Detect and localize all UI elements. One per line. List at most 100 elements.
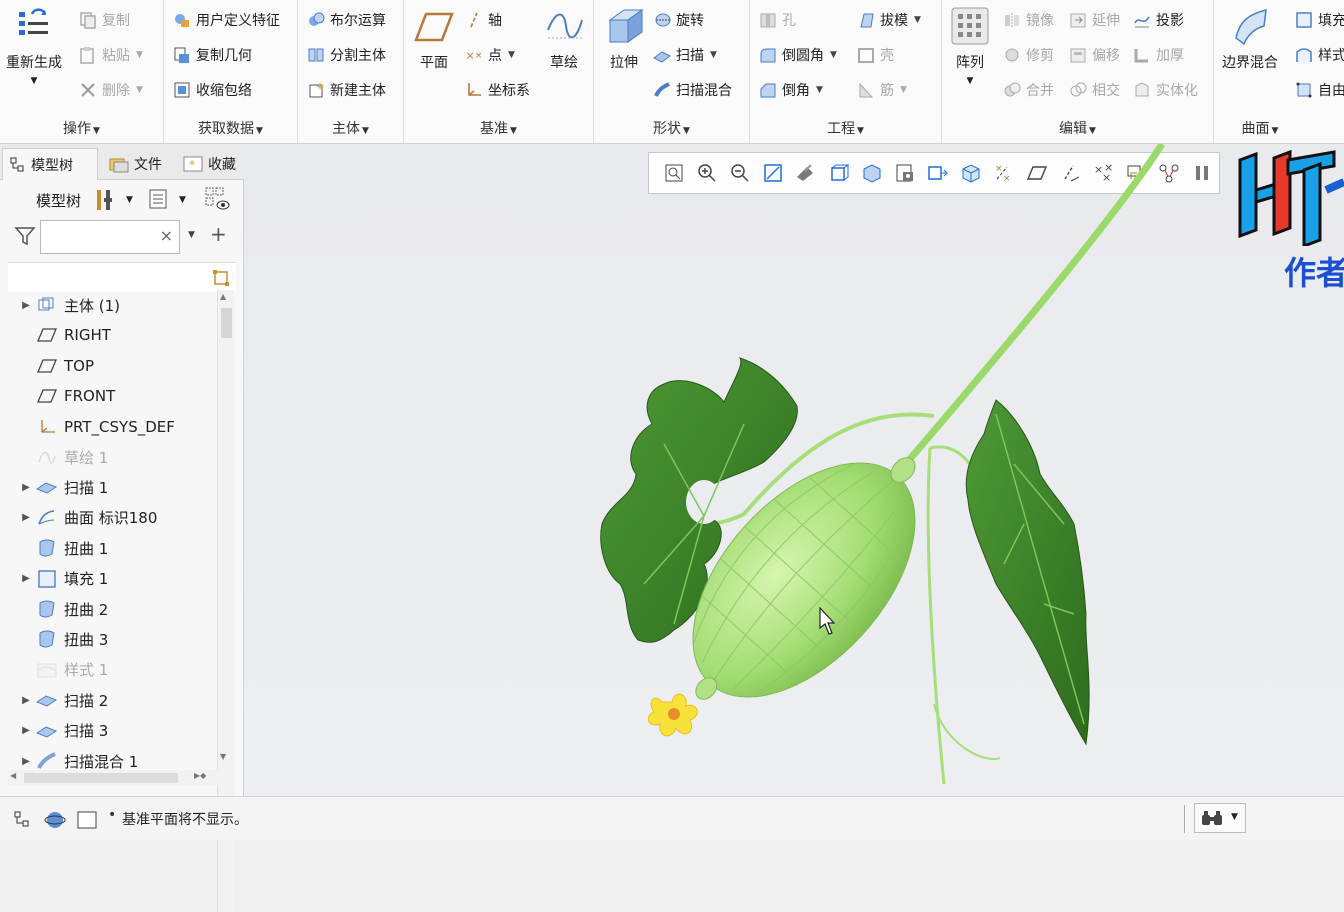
chevron-down-icon[interactable]: ▼ bbox=[1231, 812, 1238, 822]
trim-button[interactable]: 修剪 bbox=[1002, 43, 1054, 67]
plane-button[interactable]: 平面 bbox=[414, 6, 454, 72]
mirror-button[interactable]: 镜像 bbox=[1002, 8, 1054, 32]
find-button[interactable]: ▼ bbox=[1194, 803, 1246, 833]
split-body-button[interactable]: 分割主体 bbox=[306, 43, 386, 67]
tree-columns-icon[interactable] bbox=[212, 269, 230, 291]
scroll-thumb[interactable] bbox=[221, 308, 232, 338]
extrude-button[interactable]: 拉伸 bbox=[604, 6, 644, 72]
add-icon[interactable]: + bbox=[210, 222, 227, 246]
fill-button[interactable]: 填充 bbox=[1294, 8, 1344, 32]
expand-arrow-icon[interactable]: ▶ bbox=[18, 482, 34, 493]
chevron-down-icon[interactable]: ▼ bbox=[967, 76, 974, 86]
tree-item[interactable]: RIGHT bbox=[0, 320, 214, 350]
clear-icon[interactable]: × bbox=[160, 226, 173, 245]
solidify-button[interactable]: 实体化 bbox=[1132, 78, 1198, 102]
expand-arrow-icon[interactable]: ▶ bbox=[18, 756, 34, 767]
boundary-blend-button[interactable]: 边界混合 bbox=[1222, 6, 1278, 72]
tree-item[interactable]: ▶ 曲面 标识180 bbox=[0, 503, 214, 533]
tree-item[interactable]: PRT_CSYS_DEF bbox=[0, 412, 214, 442]
csys-button[interactable]: 坐标系 bbox=[464, 78, 530, 102]
expand-arrow-icon[interactable]: ▶ bbox=[18, 300, 34, 311]
copy-geometry-button[interactable]: 复制几何 bbox=[172, 43, 252, 67]
group-label-get-data[interactable]: 获取数据 ▼ bbox=[164, 118, 297, 138]
extend-button[interactable]: 延伸 bbox=[1068, 8, 1120, 32]
shrinkwrap-button[interactable]: 收缩包络 bbox=[172, 78, 252, 102]
intersect-button[interactable]: 相交 bbox=[1068, 78, 1120, 102]
tab-files[interactable]: 文件 bbox=[102, 148, 168, 180]
tree-item[interactable]: TOP bbox=[0, 351, 214, 381]
thicken-button[interactable]: 加厚 bbox=[1132, 43, 1184, 67]
settings-icon[interactable] bbox=[94, 188, 116, 216]
group-label-editing[interactable]: 编辑 ▼ bbox=[942, 118, 1213, 138]
toggle-navigator-icon[interactable] bbox=[12, 809, 34, 835]
tree-item[interactable]: 草绘 1 bbox=[0, 442, 214, 472]
paste-button[interactable]: 粘贴 ▼ bbox=[78, 43, 143, 67]
user-defined-feature-button[interactable]: 用户定义特征 bbox=[172, 8, 280, 32]
swept-blend-button[interactable]: 扫描混合 bbox=[652, 78, 732, 102]
expand-arrow-icon[interactable]: ▶ bbox=[18, 512, 34, 523]
scroll-up-icon[interactable]: ▲ bbox=[220, 292, 226, 301]
new-body-button[interactable]: 新建主体 bbox=[306, 78, 386, 102]
project-button[interactable]: 投影 bbox=[1132, 8, 1184, 32]
navigator-panel: 模型树 文件 * 收藏 模型树 ▼ ▼ × ▼ + ▶ 主体 (1) RIGHT TO… bbox=[0, 144, 244, 912]
group-label-shapes[interactable]: 形状 ▼ bbox=[594, 118, 749, 138]
tree-item[interactable]: 扭曲 2 bbox=[0, 594, 214, 624]
tree-filter-visibility-icon[interactable] bbox=[204, 186, 232, 216]
point-button[interactable]: × × 点 ▼ bbox=[464, 43, 515, 67]
delete-button[interactable]: 删除 ▼ bbox=[78, 78, 143, 102]
copy-button[interactable]: 复制 bbox=[78, 8, 130, 32]
group-label-datum[interactable]: 基准 ▼ bbox=[404, 118, 593, 138]
browser-icon[interactable] bbox=[44, 809, 66, 835]
pattern-button[interactable]: 阵列 ▼ bbox=[950, 6, 990, 86]
fullscreen-icon[interactable] bbox=[76, 809, 98, 835]
show-list-icon[interactable] bbox=[148, 188, 168, 214]
tree-horizontal-scrollbar[interactable]: ◀ ▶◆ bbox=[8, 770, 218, 786]
expand-arrow-icon[interactable]: ▶ bbox=[18, 695, 34, 706]
draft-button[interactable]: 拔模 ▼ bbox=[856, 8, 921, 32]
group-label-operations[interactable]: 操作 ▼ bbox=[0, 118, 163, 138]
expand-arrow-icon[interactable]: ▶ bbox=[18, 725, 34, 736]
group-label-body[interactable]: 主体 ▼ bbox=[298, 118, 403, 138]
tree-item[interactable]: FRONT bbox=[0, 381, 214, 411]
rib-button[interactable]: 筋 ▼ bbox=[856, 78, 907, 102]
chevron-down-icon[interactable]: ▼ bbox=[179, 195, 186, 205]
scroll-down-icon[interactable]: ▼ bbox=[220, 752, 226, 761]
merge-button[interactable]: 合并 bbox=[1002, 78, 1054, 102]
tree-item[interactable]: 扭曲 3 bbox=[0, 624, 214, 654]
revolve-button[interactable]: 旋转 bbox=[652, 8, 704, 32]
regenerate-button[interactable]: 重新生成 ▼ bbox=[6, 6, 62, 86]
expand-arrow-icon[interactable]: ▶ bbox=[18, 573, 34, 584]
copy-icon bbox=[78, 10, 98, 30]
tree-item[interactable]: ▶ 填充 1 bbox=[0, 564, 214, 594]
tree-item[interactable]: ▶ 扫描 2 bbox=[0, 685, 214, 715]
chevron-down-icon[interactable]: ▼ bbox=[31, 76, 38, 86]
tree-item[interactable]: ▶ 扫描 1 bbox=[0, 472, 214, 502]
graphics-window[interactable]: × × × × × 作者 bbox=[244, 144, 1344, 796]
round-button[interactable]: 倒圆角 ▼ bbox=[758, 43, 837, 67]
shell-button[interactable]: 壳 bbox=[856, 43, 894, 67]
group-label-surfaces[interactable]: 曲面 ▼ bbox=[1214, 118, 1306, 138]
filter-icon[interactable] bbox=[14, 226, 36, 250]
tree-item[interactable]: 扭曲 1 bbox=[0, 533, 214, 563]
offset-button[interactable]: 偏移 bbox=[1068, 43, 1120, 67]
tree-item[interactable]: ▶ 主体 (1) bbox=[0, 290, 214, 320]
tab-model-tree[interactable]: 模型树 bbox=[2, 148, 98, 180]
group-label-engineering[interactable]: 工程 ▼ bbox=[750, 118, 941, 138]
scroll-thumb[interactable] bbox=[24, 773, 178, 783]
chamfer-button[interactable]: 倒角 ▼ bbox=[758, 78, 823, 102]
scroll-left-icon[interactable]: ◀ bbox=[10, 771, 16, 780]
chevron-down-icon[interactable]: ▼ bbox=[126, 195, 133, 205]
chevron-down-icon[interactable]: ▼ bbox=[188, 230, 195, 240]
boolean-button[interactable]: 布尔运算 bbox=[306, 8, 386, 32]
freestyle-button[interactable]: 自由 bbox=[1294, 78, 1344, 102]
tree-item[interactable]: 样式 1 bbox=[0, 655, 214, 685]
scroll-right-icon[interactable]: ▶◆ bbox=[194, 771, 206, 780]
hole-button[interactable]: 孔 bbox=[758, 8, 796, 32]
style-button[interactable]: 样式 bbox=[1294, 43, 1344, 67]
tab-favorites[interactable]: * 收藏 bbox=[176, 148, 240, 180]
tree-search-input[interactable] bbox=[43, 225, 157, 249]
sketch-button[interactable]: 草绘 bbox=[544, 6, 584, 72]
axis-button[interactable]: 轴 bbox=[464, 8, 502, 32]
sweep-button[interactable]: 扫描 ▼ bbox=[652, 43, 717, 67]
tree-item[interactable]: ▶ 扫描 3 bbox=[0, 716, 214, 746]
